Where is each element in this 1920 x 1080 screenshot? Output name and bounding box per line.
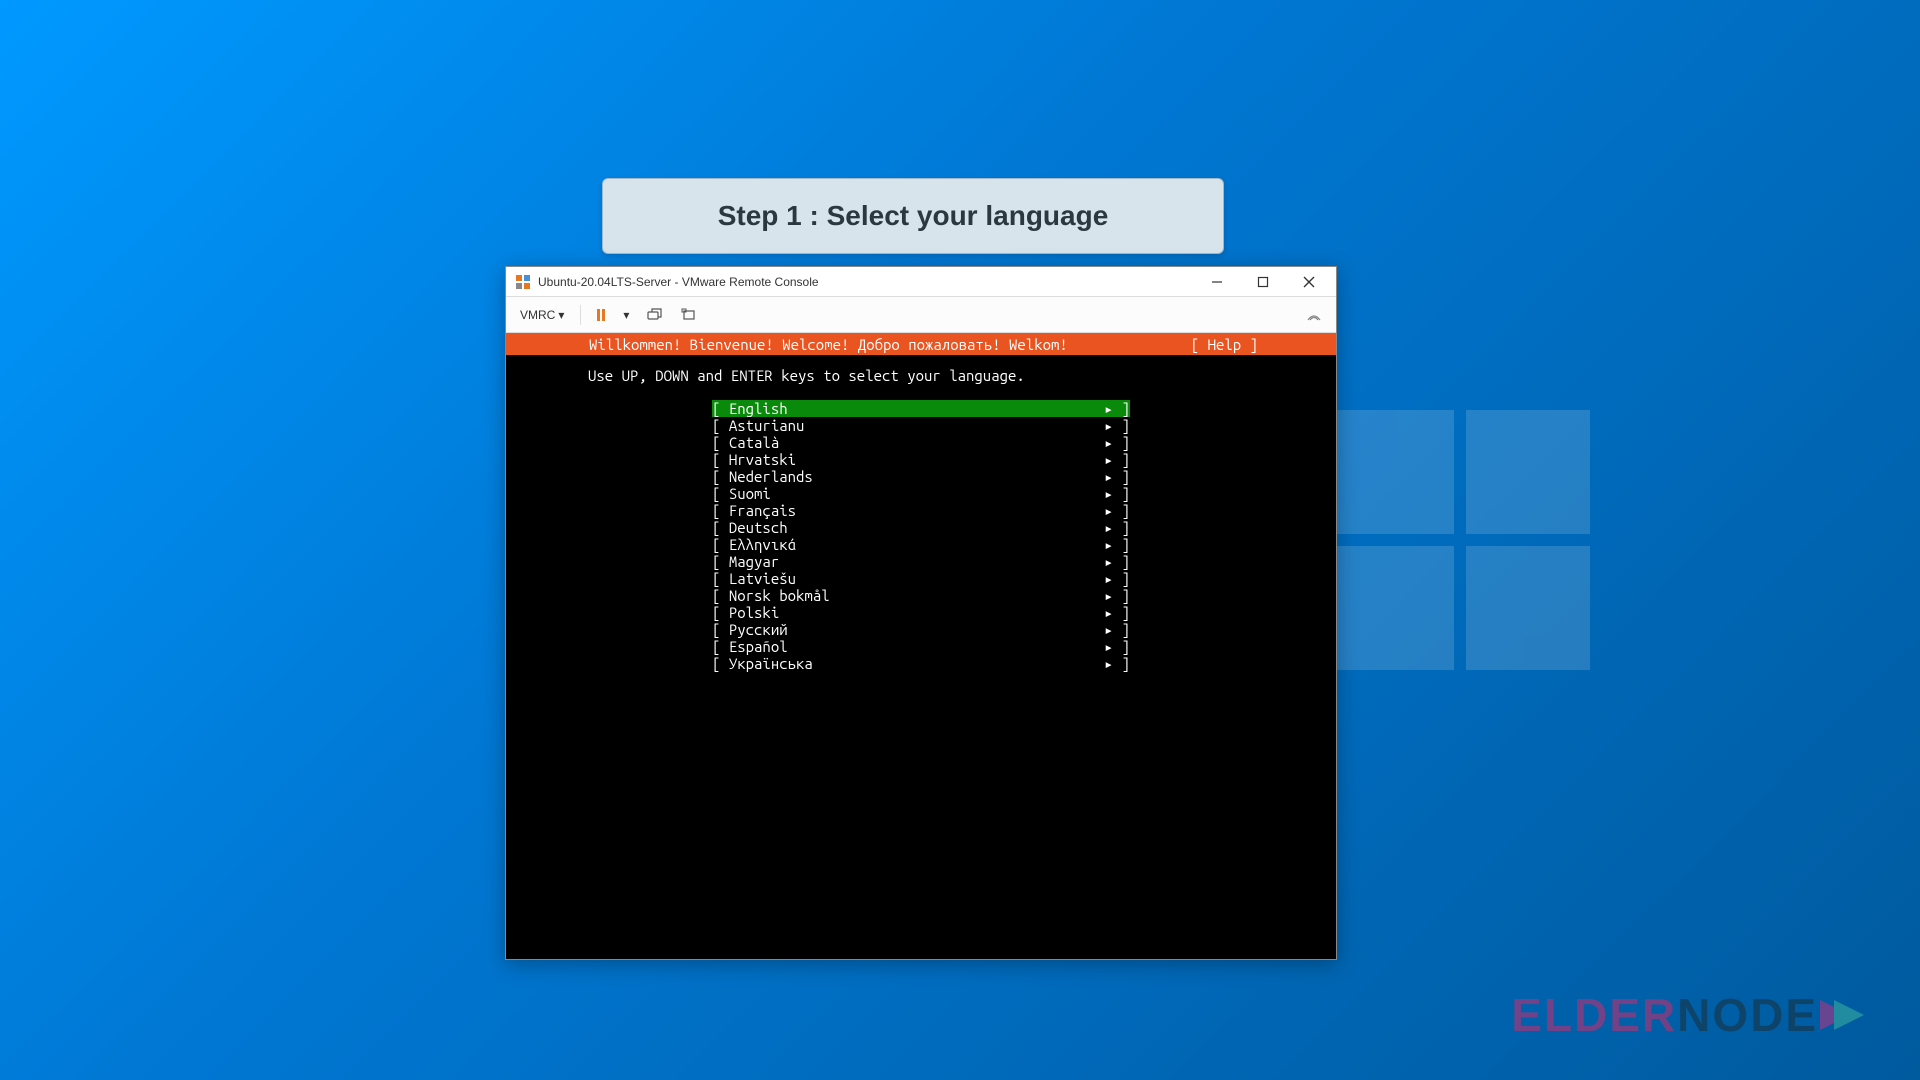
dropdown-icon: ▾ bbox=[623, 308, 629, 322]
language-option[interactable]: [ Asturianu ▸ ] bbox=[712, 417, 1130, 434]
submenu-arrow-icon: ▸ bbox=[1104, 434, 1121, 451]
language-name: Français bbox=[729, 502, 1104, 519]
language-option[interactable]: [ Polski ▸ ] bbox=[712, 604, 1130, 621]
language-name: Polski bbox=[729, 604, 1104, 621]
step-banner-text: Step 1 : Select your language bbox=[718, 200, 1109, 232]
windows-logo bbox=[1330, 410, 1590, 670]
language-name: Ελληνικά bbox=[729, 536, 1104, 553]
language-name: Русский bbox=[729, 621, 1104, 638]
submenu-arrow-icon: ▸ bbox=[1104, 485, 1121, 502]
submenu-arrow-icon: ▸ bbox=[1104, 553, 1121, 570]
pause-button[interactable] bbox=[591, 305, 611, 325]
submenu-arrow-icon: ▸ bbox=[1104, 468, 1121, 485]
help-link[interactable]: [ Help ] bbox=[1191, 336, 1328, 353]
signal-icon bbox=[1306, 308, 1322, 322]
language-option[interactable]: [ Ελληνικά ▸ ] bbox=[712, 536, 1130, 553]
language-list[interactable]: [ English ▸ ][ Asturianu ▸ ][ Català ▸ ]… bbox=[506, 400, 1336, 672]
brand-watermark: ELDERNODE bbox=[1511, 988, 1872, 1042]
language-name: Nederlands bbox=[729, 468, 1104, 485]
language-option[interactable]: [ Català ▸ ] bbox=[712, 434, 1130, 451]
step-banner: Step 1 : Select your language bbox=[602, 178, 1224, 254]
submenu-arrow-icon: ▸ bbox=[1104, 604, 1121, 621]
language-option[interactable]: [ Suomi ▸ ] bbox=[712, 485, 1130, 502]
submenu-arrow-icon: ▸ bbox=[1104, 638, 1121, 655]
language-name: Norsk bokmål bbox=[729, 587, 1104, 604]
language-option[interactable]: [ Latviešu ▸ ] bbox=[712, 570, 1130, 587]
send-keys-icon bbox=[647, 308, 663, 322]
language-name: Català bbox=[729, 434, 1104, 451]
dropdown-icon: ▾ bbox=[558, 308, 564, 322]
connection-indicator[interactable] bbox=[1300, 304, 1328, 326]
language-name: Hrvatski bbox=[729, 451, 1104, 468]
installer-header: Willkommen! Bienvenue! Welcome! Добро по… bbox=[506, 333, 1336, 355]
minimize-button[interactable] bbox=[1194, 267, 1240, 297]
language-name: Latviešu bbox=[729, 570, 1104, 587]
close-button[interactable] bbox=[1286, 267, 1332, 297]
toolbar: VMRC ▾ ▾ bbox=[506, 297, 1336, 333]
vmware-window: Ubuntu-20.04LTS-Server - VMware Remote C… bbox=[505, 266, 1337, 960]
submenu-arrow-icon: ▸ bbox=[1104, 400, 1121, 417]
submenu-arrow-icon: ▸ bbox=[1104, 519, 1121, 536]
power-menu[interactable]: ▾ bbox=[617, 304, 635, 326]
language-option[interactable]: [ Español ▸ ] bbox=[712, 638, 1130, 655]
window-title: Ubuntu-20.04LTS-Server - VMware Remote C… bbox=[538, 275, 1194, 289]
language-option[interactable]: [ Українська ▸ ] bbox=[712, 655, 1130, 672]
language-option[interactable]: [ Magyar ▸ ] bbox=[712, 553, 1130, 570]
language-name: Asturianu bbox=[729, 417, 1104, 434]
submenu-arrow-icon: ▸ bbox=[1104, 451, 1121, 468]
language-name: Magyar bbox=[729, 553, 1104, 570]
language-option[interactable]: [ Français ▸ ] bbox=[712, 502, 1130, 519]
language-name: Español bbox=[729, 638, 1104, 655]
fullscreen-button[interactable] bbox=[675, 304, 703, 326]
vmrc-menu[interactable]: VMRC ▾ bbox=[514, 304, 570, 326]
submenu-arrow-icon: ▸ bbox=[1104, 570, 1121, 587]
language-name: Suomi bbox=[729, 485, 1104, 502]
submenu-arrow-icon: ▸ bbox=[1104, 621, 1121, 638]
language-name: Deutsch bbox=[729, 519, 1104, 536]
pause-icon bbox=[597, 309, 605, 321]
language-option[interactable]: [ Hrvatski ▸ ] bbox=[712, 451, 1130, 468]
instruction-text: Use UP, DOWN and ENTER keys to select yo… bbox=[506, 367, 1336, 384]
language-option[interactable]: [ English ▸ ] bbox=[712, 400, 1130, 417]
submenu-arrow-icon: ▸ bbox=[1104, 502, 1121, 519]
vmrc-menu-label: VMRC bbox=[520, 308, 555, 322]
language-option[interactable]: [ Norsk bokmål ▸ ] bbox=[712, 587, 1130, 604]
console[interactable]: Willkommen! Bienvenue! Welcome! Добро по… bbox=[506, 333, 1336, 959]
window-titlebar[interactable]: Ubuntu-20.04LTS-Server - VMware Remote C… bbox=[506, 267, 1336, 297]
submenu-arrow-icon: ▸ bbox=[1104, 587, 1121, 604]
send-ctrlaltdel-button[interactable] bbox=[641, 304, 669, 326]
brand-part2: NODE bbox=[1677, 988, 1818, 1042]
submenu-arrow-icon: ▸ bbox=[1104, 536, 1121, 553]
language-name: Українська bbox=[729, 655, 1104, 672]
console-body: Use UP, DOWN and ENTER keys to select yo… bbox=[506, 355, 1336, 672]
brand-play-icon bbox=[1812, 990, 1872, 1040]
toolbar-separator bbox=[580, 305, 581, 325]
greeting-text: Willkommen! Bienvenue! Welcome! Добро по… bbox=[514, 336, 1191, 353]
window-controls bbox=[1194, 267, 1332, 297]
maximize-button[interactable] bbox=[1240, 267, 1286, 297]
submenu-arrow-icon: ▸ bbox=[1104, 655, 1121, 672]
language-option[interactable]: [ Nederlands ▸ ] bbox=[712, 468, 1130, 485]
language-option[interactable]: [ Deutsch ▸ ] bbox=[712, 519, 1130, 536]
brand-part1: ELDER bbox=[1511, 988, 1677, 1042]
language-name: English bbox=[729, 400, 1104, 417]
app-icon bbox=[514, 273, 532, 291]
fullscreen-icon bbox=[681, 308, 697, 322]
language-option[interactable]: [ Русский ▸ ] bbox=[712, 621, 1130, 638]
submenu-arrow-icon: ▸ bbox=[1104, 417, 1121, 434]
